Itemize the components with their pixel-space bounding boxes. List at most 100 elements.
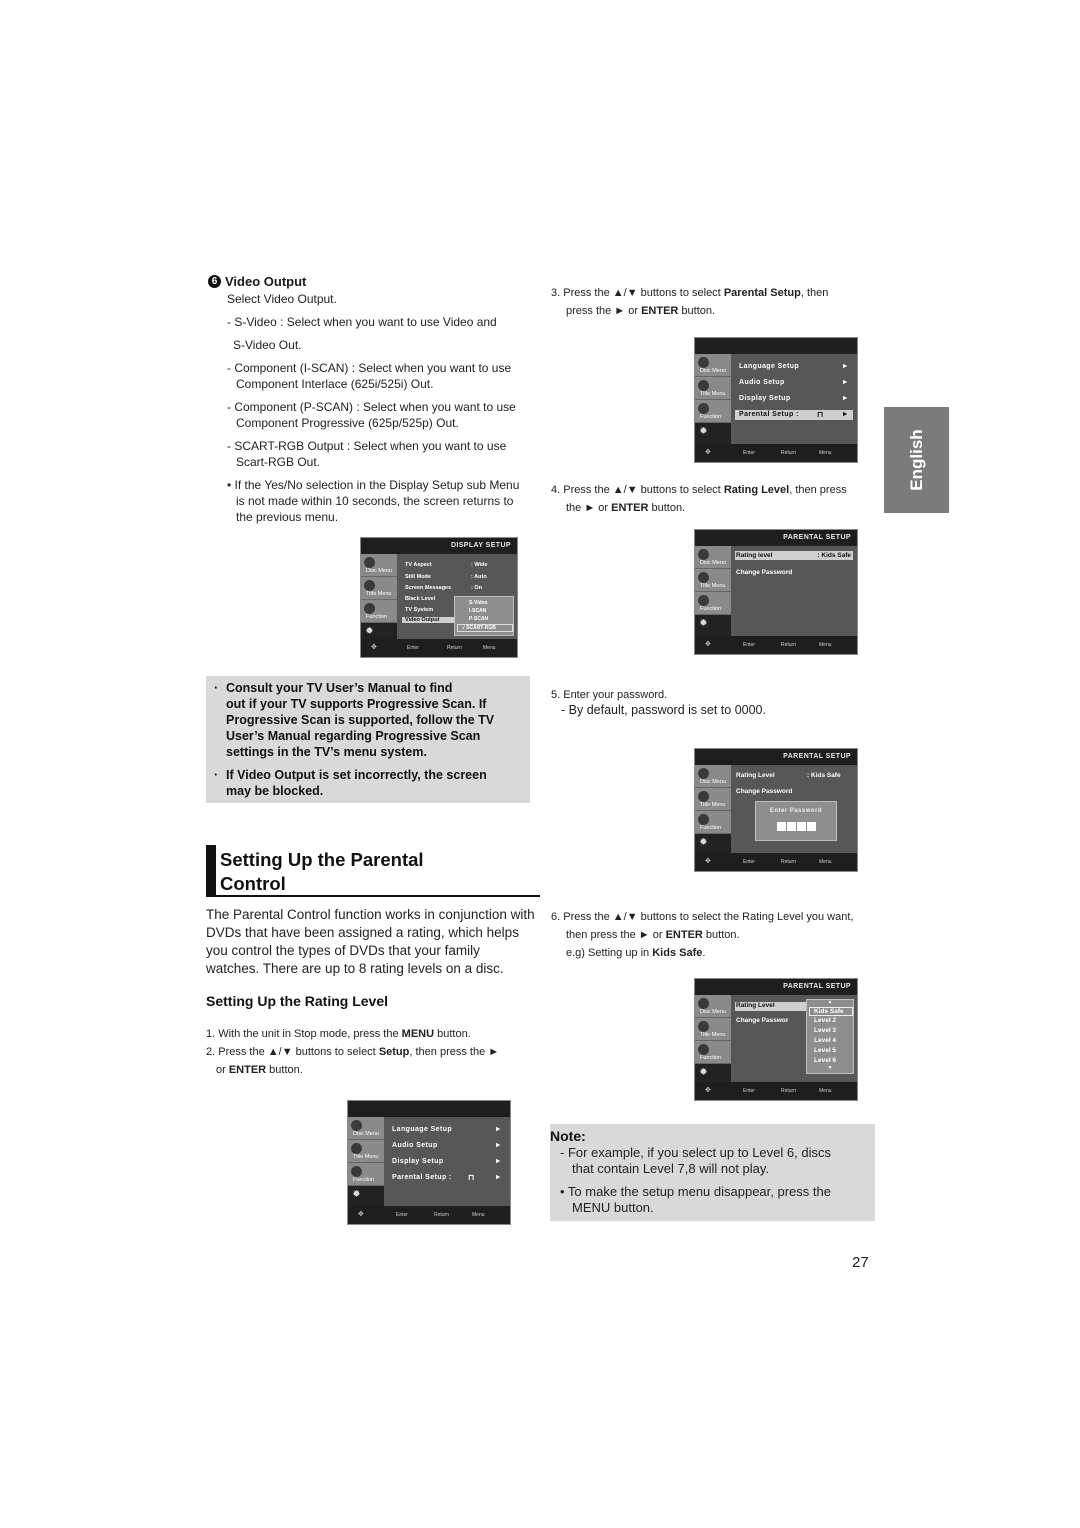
enter-hint: Enter <box>407 645 419 651</box>
screen-title: PARENTAL SETUP <box>695 749 857 765</box>
rating-level-subtitle: Setting Up the Rating Level <box>206 993 389 1009</box>
nav-icon: ✥ <box>371 644 377 651</box>
screen-title: PARENTAL SETUP <box>695 979 857 995</box>
row-tv-aspect-value: : Wide <box>471 562 488 568</box>
password-digit-box <box>807 822 816 831</box>
change-password-row: Change Passwor <box>736 1017 789 1024</box>
dialog-title: Enter Password <box>769 808 823 814</box>
note-box: Note: - For example, if you select up to… <box>550 1124 875 1221</box>
step-3-cont: press the ► or ENTER button. <box>566 305 716 317</box>
menu-language-setup: Language Setup <box>392 1126 453 1133</box>
step-5-default-password: - By default, password is set to 0000. <box>561 703 766 717</box>
section-title-line1: Setting Up the Parental <box>220 849 424 870</box>
step-6-cont: then press the ► or ENTER button. <box>566 929 740 941</box>
tab-function: Function <box>348 1163 384 1186</box>
disc-icon <box>364 557 375 568</box>
enter-hint: Enter <box>743 450 755 456</box>
level-option: Level 3 <box>814 1027 837 1034</box>
note-line: • To make the setup menu disappear, pres… <box>560 1184 831 1199</box>
tab-disc-menu: Disc Menu <box>695 354 731 377</box>
level-option: Level 2 <box>814 1017 837 1024</box>
disc-icon <box>698 768 709 779</box>
step-2: 2. Press the ▲/▼ buttons to select Setup… <box>206 1046 500 1058</box>
option-iscan: I-SCAN <box>469 608 487 614</box>
warning-bullet-2: · If Video Output is set incorrectly, the… <box>214 768 487 782</box>
disc-icon <box>698 998 709 1009</box>
option-svideo: S-Video <box>469 600 488 606</box>
menu-parental-setup-highlight: Parental Setup : ⊓ ► <box>735 410 853 420</box>
screen-footer: ✥ Enter Return Menu <box>695 636 857 654</box>
row-screen-messages-value: : On <box>471 585 482 591</box>
menu-display-setup: Display Setup <box>392 1158 444 1165</box>
title-icon <box>698 572 709 583</box>
option-pscan: P-SCAN <box>469 616 489 622</box>
arrow-right-icon: ► <box>494 1142 502 1149</box>
tab-title-menu: Title Menu <box>695 788 731 811</box>
title-icon <box>698 380 709 391</box>
change-password-row: Change Password <box>736 788 793 795</box>
section-title-line2: Control <box>220 873 286 894</box>
step-6-example: e.g) Setting up in Kids Safe. <box>566 947 706 959</box>
gear-icon: ✹ <box>352 1189 361 1200</box>
lock-icon: ⊓ <box>817 410 824 419</box>
menu-parental-setup: Parental Setup : <box>739 411 799 418</box>
enter-hint: Enter <box>396 1212 408 1218</box>
arrow-right-icon: ► <box>841 363 849 370</box>
return-hint: Return <box>781 450 797 456</box>
screen-title: PARENTAL SETUP <box>695 530 857 546</box>
option-scart-rgb: √ SCART-RGB <box>457 624 513 632</box>
menu-hint: Menu <box>819 859 832 865</box>
nav-icon: ✥ <box>705 1087 711 1094</box>
return-hint: Return <box>781 1088 797 1094</box>
enter-hint: Enter <box>743 1088 755 1094</box>
iscan-line1: - Component (I-SCAN) : Select when you w… <box>227 361 512 375</box>
step-1: 1. With the unit in Stop mode, press the… <box>206 1028 471 1040</box>
password-digit-box <box>777 822 786 831</box>
screen-footer: ✥ Enter Return Menu <box>348 1206 510 1224</box>
function-icon <box>698 814 709 825</box>
rating-level-value: : Kids Safe <box>817 552 851 559</box>
gear-icon: ✹ <box>699 1067 708 1078</box>
menu-parental-setup: Parental Setup : <box>392 1174 452 1181</box>
menu-display-setup: Display Setup <box>739 395 791 402</box>
screen-title-bar <box>348 1101 510 1117</box>
rating-level-row: Rating Level <box>735 1002 806 1011</box>
function-icon <box>698 403 709 414</box>
password-digit-box <box>787 822 796 831</box>
screen-title: DISPLAY SETUP <box>361 538 517 554</box>
setup-menu-parental-screen: Disc Menu Title Menu Function ✹Setup Lan… <box>694 337 858 463</box>
screen-footer: ✥ Enter Return Menu <box>695 853 857 871</box>
tab-title-menu: Title Menu <box>695 1018 731 1041</box>
scroll-up-icon[interactable]: ▲ <box>807 999 853 1005</box>
nav-icon: ✥ <box>705 641 711 648</box>
section-title: Setting Up the Parental Control <box>206 845 540 897</box>
menu-audio-setup: Audio Setup <box>392 1142 438 1149</box>
timeout-note-3: the previous menu. <box>236 510 339 524</box>
gear-icon: ✹ <box>699 837 708 848</box>
scroll-down-icon[interactable]: ▼ <box>807 1065 853 1071</box>
password-input[interactable] <box>777 822 816 831</box>
step-3: 3. Press the ▲/▼ buttons to select Paren… <box>551 287 829 299</box>
level-option: Level 4 <box>814 1037 837 1044</box>
rating-level-label: Rating level <box>736 552 773 559</box>
video-output-title: Video Output <box>225 274 307 289</box>
language-tab-label: English <box>906 429 926 491</box>
tab-title-menu: Title Menu <box>695 569 731 592</box>
tab-disc-menu: Disc Menu <box>361 554 397 577</box>
menu-audio-setup: Audio Setup <box>739 379 785 386</box>
row-screen-messages: Screen Messages <box>405 585 452 591</box>
level-option: Level 6 <box>814 1057 837 1064</box>
video-output-options: S-Video I-SCAN P-SCAN √ SCART-RGB <box>454 596 514 636</box>
pscan-line2: Component Progressive (625p/525p) Out. <box>236 416 459 430</box>
video-output-intro: Select Video Output. <box>227 292 337 306</box>
warning-line: Progressive Scan is supported, follow th… <box>226 713 495 727</box>
title-icon <box>698 1021 709 1032</box>
note-line: MENU button. <box>572 1200 654 1215</box>
pscan-line1: - Component (P-SCAN) : Select when you w… <box>227 400 516 414</box>
password-digit-box <box>797 822 806 831</box>
nav-icon: ✥ <box>358 1211 364 1218</box>
function-icon <box>364 603 375 614</box>
screen-title-bar <box>695 338 857 354</box>
tab-function: Function <box>695 811 731 834</box>
note-line: that contain Level 7,8 will not play. <box>572 1161 770 1176</box>
